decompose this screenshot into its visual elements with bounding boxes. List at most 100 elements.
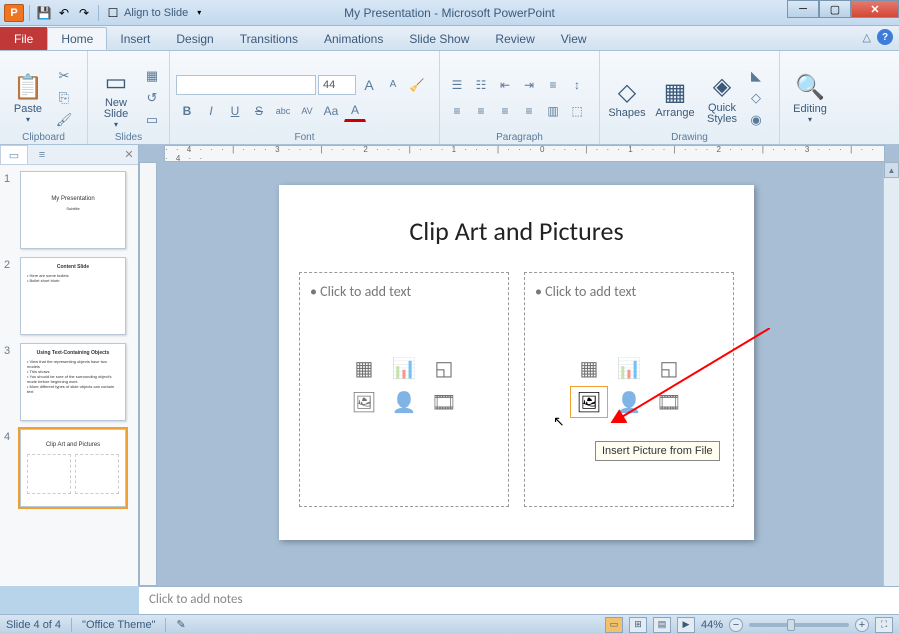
maximize-button[interactable]: ▢ xyxy=(819,0,851,18)
slide-thumbnail[interactable]: Content Slide• Here are some bullets • B… xyxy=(20,257,126,335)
text-direction-icon[interactable]: ↕ xyxy=(566,74,588,96)
new-slide-button[interactable]: ▭ New Slide ▾ xyxy=(94,62,138,134)
normal-view-button[interactable]: ▭ xyxy=(605,617,623,633)
insert-smartart-icon[interactable]: ◱ xyxy=(426,353,462,383)
shape-fill-icon[interactable]: ◣ xyxy=(746,66,766,86)
outline-view-tab[interactable]: ≡ xyxy=(28,145,56,164)
align-center-icon[interactable]: ≡ xyxy=(470,100,492,122)
redo-icon[interactable]: ↷ xyxy=(75,4,93,22)
decrease-indent-icon[interactable]: ⇤ xyxy=(494,74,516,96)
thumbnail-row[interactable]: 1My PresentationSubtitle xyxy=(4,171,134,249)
undo-icon[interactable]: ↶ xyxy=(55,4,73,22)
insert-table-icon[interactable]: ▦ xyxy=(571,353,607,383)
align-left-icon[interactable]: ≡ xyxy=(446,100,468,122)
bold-button[interactable]: B xyxy=(176,100,198,122)
animations-tab[interactable]: Animations xyxy=(311,27,396,50)
view-tab[interactable]: View xyxy=(548,27,600,50)
zoom-slider[interactable] xyxy=(749,623,849,627)
font-color-button[interactable]: A xyxy=(344,100,366,122)
reset-icon[interactable]: ↺ xyxy=(142,88,162,108)
help-icon[interactable]: ? xyxy=(877,29,893,45)
quick-styles-button[interactable]: ◈ Quick Styles xyxy=(702,62,742,134)
slides-view-tab[interactable]: ▭ xyxy=(0,145,28,164)
font-size-combo[interactable]: 44 xyxy=(318,75,356,95)
insert-smartart-icon[interactable]: ◱ xyxy=(651,353,687,383)
insert-chart-icon[interactable]: 📊 xyxy=(611,353,647,383)
slide-thumbnail[interactable]: Clip Art and Pictures xyxy=(20,429,126,507)
shape-outline-icon[interactable]: ◇ xyxy=(746,88,766,108)
fit-window-button[interactable]: ⛶ xyxy=(875,617,893,633)
columns-icon[interactable]: ▥ xyxy=(542,100,564,122)
spellcheck-icon[interactable]: ✎ xyxy=(176,618,185,631)
justify-icon[interactable]: ≡ xyxy=(518,100,540,122)
change-case-button[interactable]: Aa xyxy=(320,100,342,122)
zoom-out-button[interactable]: − xyxy=(729,618,743,632)
home-tab[interactable]: Home xyxy=(47,27,107,50)
app-icon[interactable]: P xyxy=(4,4,24,22)
line-spacing-icon[interactable]: ≡ xyxy=(542,74,564,96)
reading-view-button[interactable]: ▤ xyxy=(653,617,671,633)
strike-button[interactable]: S xyxy=(248,100,270,122)
section-icon[interactable]: ▭ xyxy=(142,110,162,130)
align-right-icon[interactable]: ≡ xyxy=(494,100,516,122)
insert-media-icon[interactable]: 🎞 xyxy=(426,387,462,417)
thumbnail-row[interactable]: 3Using Text-Containing Objects• View tha… xyxy=(4,343,134,421)
review-tab[interactable]: Review xyxy=(482,27,547,50)
close-button[interactable]: ✕ xyxy=(851,0,899,18)
paragraph-group: ☰ ☷ ⇤ ⇥ ≡ ↕ ≡ ≡ ≡ ≡ ▥ ⬚ Paragraph xyxy=(440,51,600,144)
format-painter-icon[interactable]: 🖌 xyxy=(54,110,74,130)
spacing-button[interactable]: AV xyxy=(296,100,318,122)
sorter-view-button[interactable]: ⊞ xyxy=(629,617,647,633)
arrange-button[interactable]: ▦ Arrange xyxy=(652,62,698,134)
slide-canvas[interactable]: Clip Art and Pictures Click to add text … xyxy=(279,185,754,540)
design-tab[interactable]: Design xyxy=(163,27,226,50)
notes-pane[interactable]: Click to add notes xyxy=(139,586,899,614)
increase-indent-icon[interactable]: ⇥ xyxy=(518,74,540,96)
minimize-button[interactable]: ─ xyxy=(787,0,819,18)
slide-thumbnail[interactable]: My PresentationSubtitle xyxy=(20,171,126,249)
editing-button[interactable]: 🔍 Editing ▾ xyxy=(786,62,834,134)
font-family-combo[interactable] xyxy=(176,75,316,95)
insert-clipart-icon[interactable]: 👤 xyxy=(386,387,422,417)
zoom-in-button[interactable]: + xyxy=(855,618,869,632)
copy-icon[interactable]: ⎘ xyxy=(54,88,74,108)
insert-media-icon[interactable]: 🎞 xyxy=(651,387,687,417)
minimize-ribbon-icon[interactable]: △ xyxy=(863,31,871,44)
align-checkbox-icon[interactable]: ☐ xyxy=(104,4,122,22)
grow-font-icon[interactable]: A xyxy=(358,74,380,96)
shrink-font-icon[interactable]: A xyxy=(382,74,404,96)
smartart-icon[interactable]: ⬚ xyxy=(566,100,588,122)
layout-icon[interactable]: ▦ xyxy=(142,66,162,86)
qat-dropdown-icon[interactable]: ▾ xyxy=(190,4,208,22)
shapes-button[interactable]: ◇ Shapes xyxy=(606,62,648,134)
slideshow-tab[interactable]: Slide Show xyxy=(396,27,482,50)
content-placeholder-right[interactable]: Click to add text ▦ 📊 ◱ 🖼 👤 🎞 ↖ Insert P… xyxy=(524,272,734,507)
underline-button[interactable]: U xyxy=(224,100,246,122)
slide-title[interactable]: Clip Art and Pictures xyxy=(279,215,754,247)
insert-table-icon[interactable]: ▦ xyxy=(346,353,382,383)
clear-format-icon[interactable]: 🧹 xyxy=(406,74,428,96)
insert-tab[interactable]: Insert xyxy=(107,27,163,50)
insert-picture-icon[interactable]: 🖼 xyxy=(346,387,382,417)
slideshow-view-button[interactable]: ▶ xyxy=(677,617,695,633)
content-placeholder-left[interactable]: Click to add text ▦ 📊 ◱ 🖼 👤 🎞 xyxy=(299,272,509,507)
transitions-tab[interactable]: Transitions xyxy=(227,27,311,50)
thumbnail-row[interactable]: 4Clip Art and Pictures xyxy=(4,429,134,507)
cut-icon[interactable]: ✂ xyxy=(54,66,74,86)
insert-clipart-icon[interactable]: 👤 xyxy=(611,387,647,417)
insert-picture-icon[interactable]: 🖼 xyxy=(571,387,607,417)
file-tab[interactable]: File xyxy=(0,27,47,50)
shape-effects-icon[interactable]: ◉ xyxy=(746,110,766,130)
vertical-scrollbar[interactable]: ▲ xyxy=(883,162,899,586)
thumbnail-row[interactable]: 2Content Slide• Here are some bullets • … xyxy=(4,257,134,335)
insert-chart-icon[interactable]: 📊 xyxy=(386,353,422,383)
italic-button[interactable]: I xyxy=(200,100,222,122)
shadow-button[interactable]: abc xyxy=(272,100,294,122)
paste-button[interactable]: 📋 Paste ▾ xyxy=(6,62,50,134)
save-icon[interactable]: 💾 xyxy=(35,4,53,22)
panel-close-icon[interactable]: ✕ xyxy=(120,145,138,164)
slide-thumbnail[interactable]: Using Text-Containing Objects• View that… xyxy=(20,343,126,421)
scroll-up-icon[interactable]: ▲ xyxy=(884,162,899,178)
bullets-icon[interactable]: ☰ xyxy=(446,74,468,96)
numbering-icon[interactable]: ☷ xyxy=(470,74,492,96)
